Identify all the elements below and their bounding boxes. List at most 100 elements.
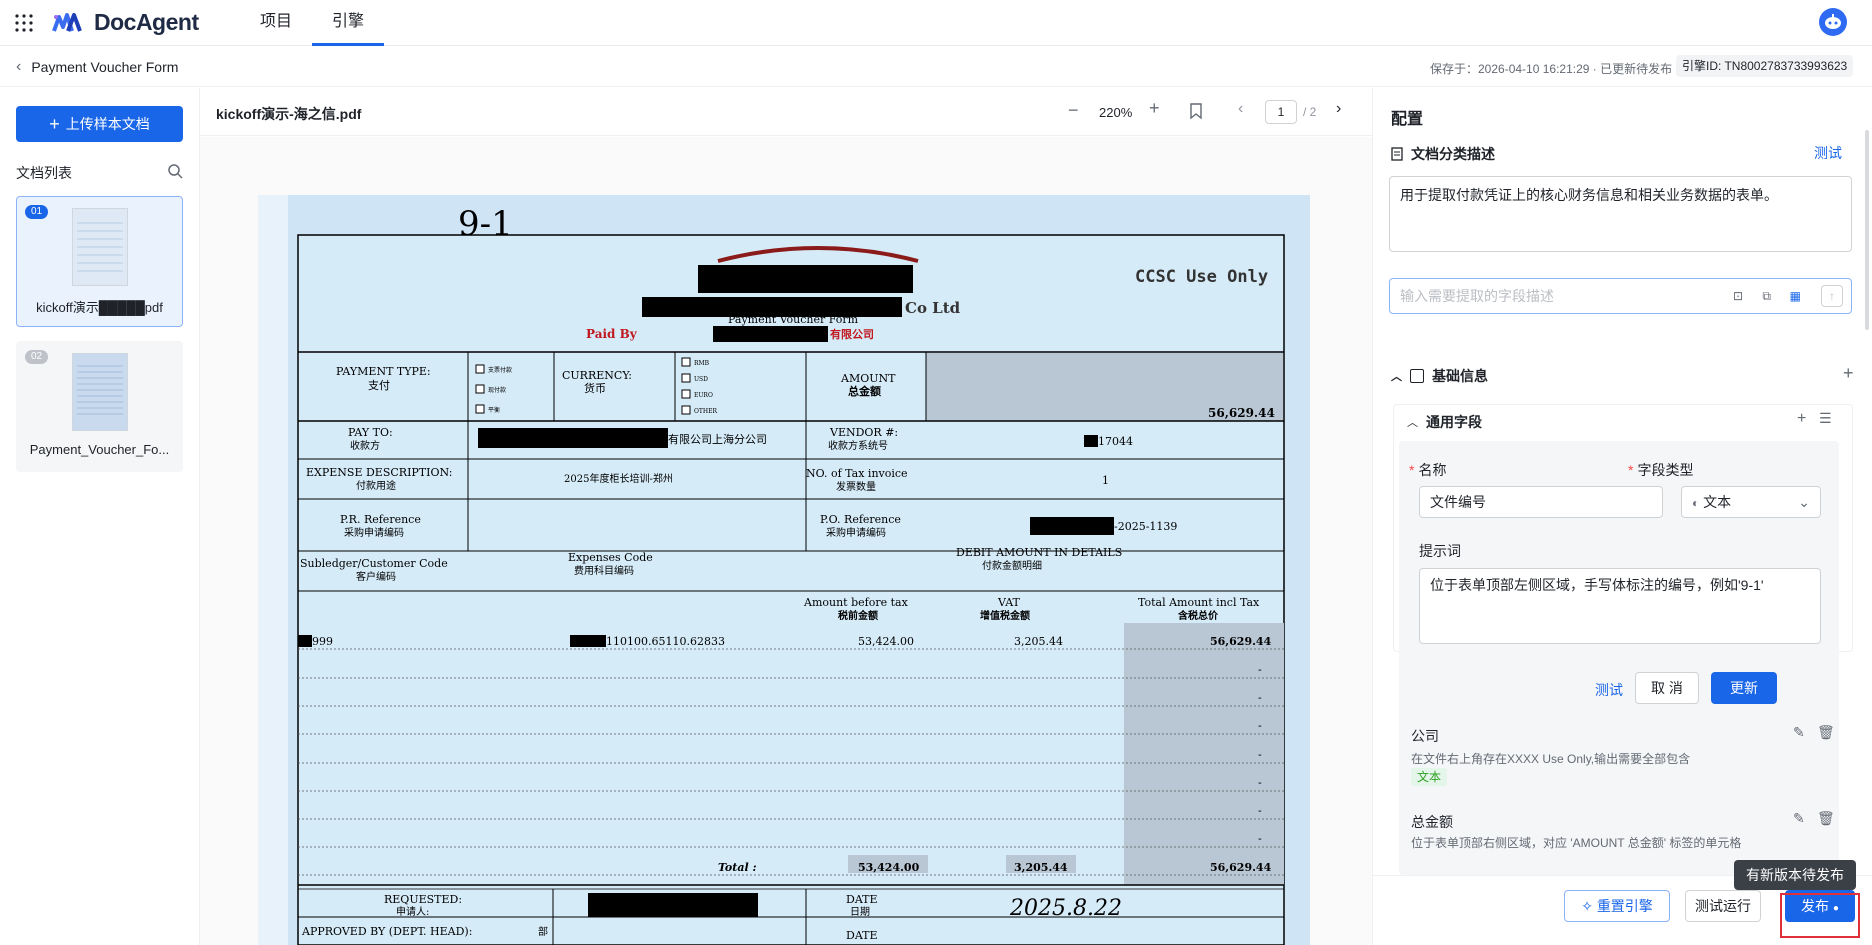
svg-text:3,205.44: 3,205.44	[1014, 635, 1063, 648]
doclist-title: 文档列表	[16, 165, 72, 181]
basic-section-header[interactable]: ︿ 基础信息	[1391, 366, 1488, 386]
classify-description-input[interactable]: 用于提取付款凭证上的核心财务信息和相关业务数据的表单。	[1389, 176, 1852, 252]
svg-text:税前金额: 税前金额	[838, 609, 878, 622]
svg-text:VAT: VAT	[997, 596, 1021, 609]
chevron-down-icon: ⌄	[1798, 494, 1810, 510]
redaction	[698, 265, 913, 293]
text-type-icon: ◐	[1692, 496, 1700, 510]
edit-icon[interactable]: ✎	[1793, 724, 1805, 741]
svg-text:总金额: 总金额	[848, 384, 881, 398]
plus-icon: +	[49, 114, 60, 134]
config-panel: 配置 文档分类描述 测试 用于提取付款凭证上的核心财务信息和相关业务数据的表单。…	[1372, 88, 1872, 945]
svg-text:USD: USD	[694, 376, 708, 383]
field-name-input[interactable]: 文件编号	[1419, 486, 1663, 518]
engine-id-badge[interactable]: 引擎ID: TN8002783733993623	[1676, 55, 1854, 77]
svg-text:17044: 17044	[1098, 435, 1133, 448]
svg-text:-: -	[1258, 748, 1262, 761]
svg-text:Total :: Total :	[718, 861, 757, 874]
bookmark-icon[interactable]	[1189, 103, 1203, 119]
company-suffix-text: Co Ltd	[905, 299, 961, 317]
add-section-icon[interactable]: +	[1843, 363, 1854, 384]
zoom-out-icon[interactable]: −	[1068, 100, 1079, 121]
app-grid-icon[interactable]	[14, 13, 34, 33]
classify-test-link[interactable]: 测试	[1814, 143, 1842, 163]
doc-card-1[interactable]: 01 kickoff演示█████pdf	[16, 196, 183, 327]
doc-name: Payment_Voucher_Fo...	[29, 442, 170, 457]
svg-text:EXPENSE DESCRIPTION:: EXPENSE DESCRIPTION:	[306, 466, 452, 479]
cancel-button[interactable]: 取 消	[1635, 672, 1699, 704]
tab-engine[interactable]: 引擎	[312, 0, 384, 46]
field-type-select[interactable]: ◐ 文本 ⌄	[1681, 486, 1821, 518]
svg-text:P.O. Reference: P.O. Reference	[820, 513, 901, 526]
delete-icon[interactable]: 🗑	[1817, 724, 1835, 741]
svg-text:增值税金额: 增值税金额	[980, 609, 1030, 622]
copy-icon[interactable]: ⧉	[1762, 279, 1771, 313]
svg-text:采购申请编码: 采购申请编码	[344, 526, 404, 539]
reset-engine-button[interactable]: ✧ 重置引擎	[1564, 890, 1670, 922]
type-label: * 字段类型	[1628, 462, 1694, 478]
svg-text:3,205.44: 3,205.44	[1014, 861, 1068, 874]
general-section-header[interactable]: ︿ 通用字段	[1407, 412, 1482, 432]
config-scrollbar[interactable]	[1865, 130, 1869, 330]
svg-text:53,424.00: 53,424.00	[858, 861, 920, 874]
redaction	[298, 635, 312, 647]
zoom-in-icon[interactable]: +	[1149, 98, 1160, 119]
user-avatar[interactable]	[1819, 8, 1847, 36]
field-test-link[interactable]: 测试	[1595, 680, 1623, 700]
doc-name: kickoff演示█████pdf	[36, 300, 163, 315]
svg-text:110100.65110.62833: 110100.65110.62833	[606, 635, 725, 648]
robot-icon	[1825, 14, 1841, 29]
chevron-left-icon: ‹	[16, 58, 22, 75]
doc-card-2[interactable]: 02 Payment_Voucher_Fo...	[16, 341, 183, 472]
prompt-textarea[interactable]: 位于表单顶部左侧区域，手写体标注的编号，例如'9-1'	[1419, 568, 1821, 644]
test-run-button[interactable]: 测试运行	[1685, 890, 1761, 922]
svg-text:REQUESTED:: REQUESTED:	[384, 893, 462, 906]
prev-page-icon[interactable]: ‹	[1238, 100, 1243, 118]
svg-text:DEBIT AMOUNT IN DETAILS: DEBIT AMOUNT IN DETAILS	[956, 546, 1122, 559]
upload-sample-button[interactable]: + 上传样本文档	[16, 106, 183, 142]
paid-by-company: 有限公司	[830, 327, 874, 341]
svg-text:平衡: 平衡	[488, 406, 500, 414]
svg-text:收款方: 收款方	[350, 439, 380, 452]
publish-highlight	[1780, 893, 1860, 938]
svg-text:2025.8.22: 2025.8.22	[1009, 896, 1122, 921]
brand-logo[interactable]: DocAgent	[52, 9, 199, 36]
next-page-icon[interactable]: ›	[1336, 100, 1341, 118]
doc-thumbnail	[72, 353, 128, 431]
edit-icon[interactable]: ✎	[1793, 810, 1805, 827]
item-description: 位于表单顶部右侧区域，对应 'AMOUNT 总金额' 标签的单元格	[1411, 836, 1742, 850]
field-item-company[interactable]: 公司 在文件右上角存在XXXX Use Only,输出需要全部包含 文本 ✎ 🗑	[1399, 712, 1839, 792]
search-icon[interactable]	[167, 163, 183, 179]
redaction	[588, 893, 758, 917]
document-canvas[interactable]: 9-1 Co Ltd CCSC Use Only Payment Voucher…	[200, 137, 1372, 945]
update-button[interactable]: 更新	[1711, 672, 1777, 704]
svg-text:DATE: DATE	[846, 893, 878, 906]
svg-text:NO. of Tax invoice: NO. of Tax invoice	[806, 467, 908, 480]
svg-text:56,629.44: 56,629.44	[1210, 861, 1272, 874]
table-icon[interactable]: ▦	[1790, 279, 1801, 313]
field-description-input[interactable]: 输入需要提取的字段描述 ⊡ ⧉ ▦ ↑	[1389, 278, 1852, 314]
svg-text:P.R. Reference: P.R. Reference	[340, 513, 421, 526]
svg-text:-2025-1139: -2025-1139	[1114, 520, 1177, 533]
delete-icon[interactable]: 🗑	[1817, 810, 1835, 827]
field-settings-icon[interactable]: ☰	[1819, 410, 1832, 427]
paid-by-label: Paid By	[586, 327, 638, 341]
back-link[interactable]: ‹ Payment Voucher Form	[16, 58, 178, 76]
page-number-input[interactable]: 1	[1265, 100, 1297, 124]
chevron-up-icon: ︿	[1407, 417, 1418, 429]
publish-tooltip: 有新版本待发布	[1734, 860, 1856, 890]
voucher-form: 9-1 Co Ltd CCSC Use Only Payment Voucher…	[258, 195, 1310, 945]
ccsc-label: CCSC Use Only	[1135, 267, 1268, 287]
voucher-page: 9-1 Co Ltd CCSC Use Only Payment Voucher…	[258, 195, 1310, 945]
amount-value: 56,629.44	[1208, 406, 1275, 420]
svg-text:Expenses Code: Expenses Code	[568, 551, 653, 564]
tab-projects[interactable]: 项目	[260, 0, 292, 46]
svg-text:53,424.00: 53,424.00	[858, 635, 914, 648]
svg-text:RMB: RMB	[694, 360, 710, 367]
text-format-icon[interactable]: ⊡	[1733, 279, 1743, 313]
document-sidebar: + 上传样本文档 文档列表 01 kickoff演示█████pdf 02 Pa…	[0, 88, 200, 945]
svg-text:-: -	[1258, 804, 1262, 817]
add-field-icon[interactable]: +	[1797, 410, 1806, 428]
send-icon[interactable]: ↑	[1821, 285, 1843, 307]
item-name: 总金额	[1411, 814, 1453, 830]
